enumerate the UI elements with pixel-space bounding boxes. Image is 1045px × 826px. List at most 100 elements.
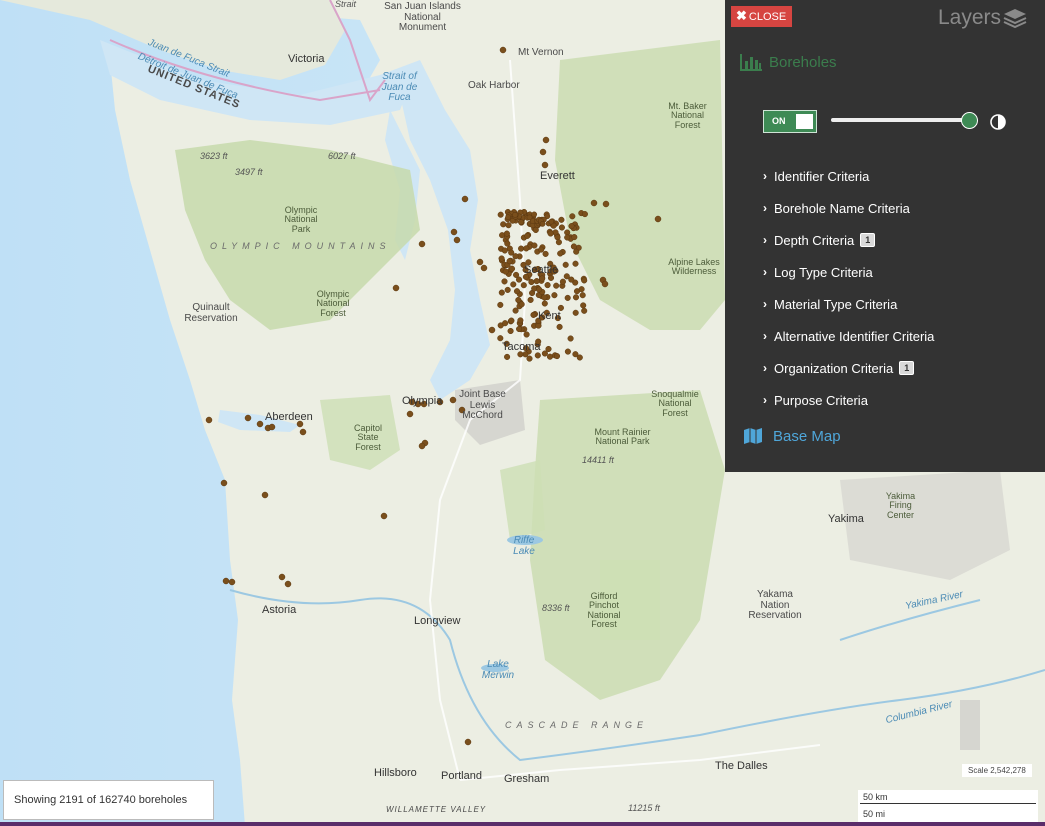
- opacity-slider[interactable]: [831, 112, 978, 129]
- borehole-marker[interactable]: [418, 442, 426, 450]
- borehole-marker[interactable]: [510, 281, 517, 288]
- borehole-marker[interactable]: [518, 219, 524, 225]
- borehole-marker[interactable]: [548, 218, 555, 225]
- borehole-marker[interactable]: [256, 420, 264, 428]
- borehole-marker[interactable]: [502, 320, 509, 327]
- borehole-marker[interactable]: [579, 292, 586, 299]
- borehole-marker[interactable]: [544, 282, 551, 289]
- criteria-item[interactable]: › Alternative Identifier Criteria: [763, 320, 934, 352]
- borehole-marker[interactable]: [509, 218, 516, 224]
- borehole-marker[interactable]: [559, 278, 566, 285]
- borehole-marker[interactable]: [504, 353, 511, 360]
- borehole-marker[interactable]: [222, 577, 230, 585]
- borehole-marker[interactable]: [602, 200, 610, 208]
- borehole-marker[interactable]: [551, 292, 558, 299]
- borehole-marker[interactable]: [539, 148, 547, 156]
- borehole-marker[interactable]: [278, 573, 286, 581]
- borehole-marker[interactable]: [542, 136, 550, 144]
- borehole-marker[interactable]: [505, 222, 512, 229]
- borehole-marker[interactable]: [547, 230, 554, 237]
- borehole-marker[interactable]: [502, 268, 509, 275]
- borehole-marker[interactable]: [581, 307, 588, 314]
- borehole-marker[interactable]: [507, 327, 514, 335]
- borehole-marker[interactable]: [523, 331, 530, 338]
- borehole-marker[interactable]: [480, 264, 488, 272]
- borehole-marker[interactable]: [205, 416, 213, 424]
- borehole-marker[interactable]: [542, 250, 549, 257]
- borehole-marker[interactable]: [501, 247, 508, 254]
- borehole-marker[interactable]: [541, 300, 548, 307]
- borehole-marker[interactable]: [572, 351, 579, 358]
- borehole-marker[interactable]: [244, 414, 252, 422]
- borehole-marker[interactable]: [578, 286, 585, 293]
- borehole-marker[interactable]: [580, 302, 587, 309]
- borehole-marker[interactable]: [406, 410, 414, 418]
- borehole-marker[interactable]: [461, 195, 469, 203]
- borehole-marker[interactable]: [562, 261, 569, 268]
- contrast-icon[interactable]: [990, 114, 1006, 130]
- slider-thumb[interactable]: [961, 112, 978, 129]
- borehole-marker[interactable]: [571, 234, 578, 241]
- borehole-marker[interactable]: [526, 355, 533, 362]
- borehole-marker[interactable]: [498, 289, 505, 296]
- borehole-marker[interactable]: [501, 278, 508, 285]
- borehole-marker[interactable]: [512, 212, 518, 218]
- borehole-marker[interactable]: [261, 491, 269, 499]
- criteria-item[interactable]: › Log Type Criteria: [763, 256, 934, 288]
- borehole-marker[interactable]: [524, 232, 531, 239]
- borehole-marker[interactable]: [573, 248, 580, 255]
- borehole-marker[interactable]: [558, 224, 565, 231]
- borehole-marker[interactable]: [228, 578, 236, 586]
- borehole-marker[interactable]: [515, 276, 523, 283]
- borehole-marker[interactable]: [476, 258, 484, 266]
- criteria-item[interactable]: › Identifier Criteria: [763, 160, 934, 192]
- borehole-marker[interactable]: [531, 211, 538, 218]
- borehole-marker[interactable]: [418, 240, 426, 248]
- borehole-marker[interactable]: [563, 273, 570, 280]
- borehole-marker[interactable]: [531, 242, 538, 249]
- borehole-marker[interactable]: [528, 278, 535, 286]
- borehole-marker[interactable]: [498, 255, 505, 262]
- borehole-marker[interactable]: [508, 317, 515, 324]
- borehole-marker[interactable]: [512, 253, 519, 260]
- borehole-marker[interactable]: [539, 221, 546, 227]
- borehole-marker[interactable]: [527, 296, 534, 303]
- borehole-marker[interactable]: [392, 284, 400, 292]
- borehole-marker[interactable]: [220, 479, 228, 487]
- borehole-marker[interactable]: [538, 246, 545, 253]
- borehole-marker[interactable]: [531, 285, 538, 292]
- layer-boreholes[interactable]: Boreholes: [739, 52, 837, 72]
- borehole-marker[interactable]: [499, 46, 507, 54]
- criteria-item[interactable]: › Borehole Name Criteria: [763, 192, 934, 224]
- borehole-marker[interactable]: [518, 245, 525, 252]
- borehole-marker[interactable]: [532, 226, 539, 234]
- borehole-marker[interactable]: [523, 245, 530, 252]
- layer-base-map[interactable]: Base Map: [743, 427, 841, 445]
- borehole-marker[interactable]: [488, 326, 496, 334]
- borehole-marker[interactable]: [567, 335, 574, 342]
- borehole-marker[interactable]: [568, 223, 575, 230]
- borehole-marker[interactable]: [572, 260, 579, 267]
- layer-visibility-toggle[interactable]: ON: [763, 110, 817, 133]
- borehole-marker[interactable]: [572, 309, 579, 316]
- close-button[interactable]: ✖ CLOSE: [731, 6, 793, 27]
- borehole-marker[interactable]: [564, 348, 571, 355]
- borehole-marker[interactable]: [536, 286, 543, 293]
- borehole-marker[interactable]: [450, 228, 458, 236]
- borehole-marker[interactable]: [508, 265, 516, 272]
- borehole-marker[interactable]: [581, 277, 588, 284]
- borehole-marker[interactable]: [654, 215, 662, 223]
- borehole-marker[interactable]: [553, 282, 560, 289]
- borehole-marker[interactable]: [557, 250, 564, 257]
- borehole-marker[interactable]: [558, 216, 565, 223]
- borehole-marker[interactable]: [556, 323, 563, 330]
- borehole-marker[interactable]: [546, 353, 554, 360]
- borehole-marker[interactable]: [284, 580, 292, 588]
- borehole-marker[interactable]: [541, 161, 549, 169]
- criteria-item[interactable]: › Depth Criteria 1: [763, 224, 934, 256]
- borehole-marker[interactable]: [564, 294, 571, 301]
- criteria-item[interactable]: › Purpose Criteria: [763, 384, 934, 416]
- borehole-marker[interactable]: [464, 738, 472, 746]
- borehole-marker[interactable]: [512, 307, 519, 314]
- borehole-marker[interactable]: [497, 211, 504, 218]
